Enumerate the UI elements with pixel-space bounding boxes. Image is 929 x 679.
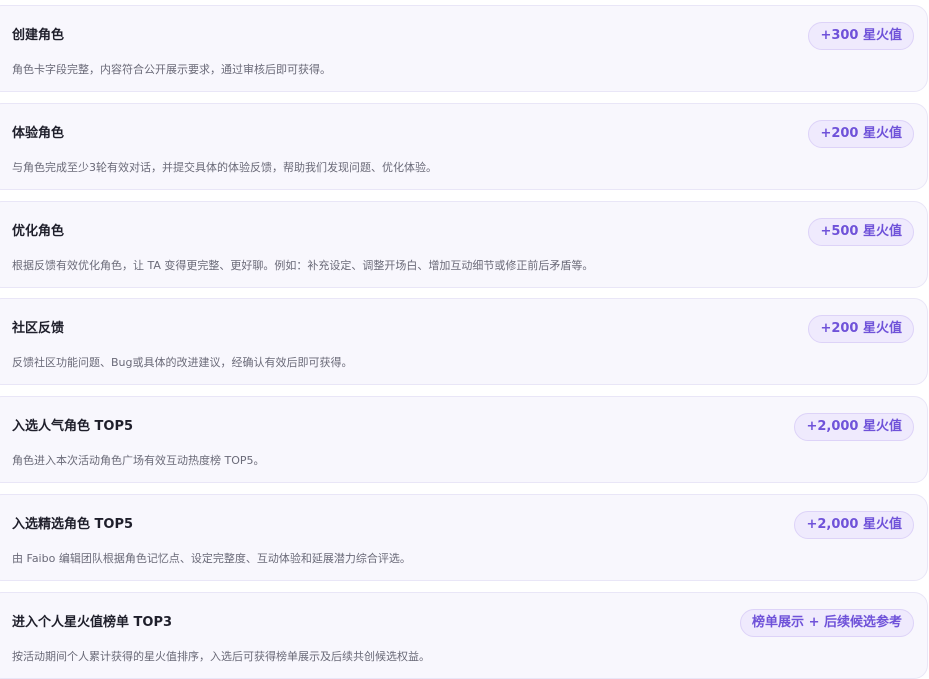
task-description: 按活动期间个人累计获得的星火值排序，入选后可获得榜单展示及后续共创候选权益。	[12, 650, 430, 663]
task-description: 根据反馈有效优化角色，让 TA 变得更完整、更好聊。例如：补充设定、调整开场白、…	[12, 259, 594, 272]
task-description: 角色进入本次活动角色广场有效互动热度榜 TOP5。	[12, 454, 265, 467]
task-title: 进入个人星火值榜单 TOP3	[12, 615, 173, 630]
reward-badge: +2,000 星火值	[794, 511, 914, 539]
task-description: 角色卡字段完整，内容符合公开展示要求，通过审核后即可获得。	[12, 63, 331, 76]
task-card-personal-leaderboard-top3: 进入个人星火值榜单 TOP3 按活动期间个人累计获得的星火值排序，入选后可获得榜…	[0, 592, 928, 679]
task-title: 体验角色	[12, 126, 65, 141]
task-card-experience-character: 体验角色 与角色完成至少3轮有效对话，并提交具体的体验反馈，帮助我们发现问题、优…	[0, 103, 928, 190]
reward-badge: +2,000 星火值	[794, 413, 914, 441]
reward-badge: +300 星火值	[808, 22, 914, 50]
task-title: 创建角色	[12, 28, 65, 43]
task-reward-list: 创建角色 角色卡字段完整，内容符合公开展示要求，通过审核后即可获得。 +300 …	[0, 0, 929, 679]
task-card-community-feedback: 社区反馈 反馈社区功能问题、Bug或具体的改进建议，经确认有效后即可获得。 +2…	[0, 298, 928, 385]
task-card-popular-top5: 入选人气角色 TOP5 角色进入本次活动角色广场有效互动热度榜 TOP5。 +2…	[0, 396, 928, 483]
task-description: 反馈社区功能问题、Bug或具体的改进建议，经确认有效后即可获得。	[12, 356, 353, 369]
task-title: 优化角色	[12, 224, 65, 239]
task-description: 由 Faibo 编辑团队根据角色记忆点、设定完整度、互动体验和延展潜力综合评选。	[12, 552, 411, 565]
task-card-optimize-character: 优化角色 根据反馈有效优化角色，让 TA 变得更完整、更好聊。例如：补充设定、调…	[0, 201, 928, 288]
task-title: 社区反馈	[12, 321, 65, 336]
task-title: 入选人气角色 TOP5	[12, 419, 134, 434]
task-title: 入选精选角色 TOP5	[12, 517, 134, 532]
reward-badge: +500 星火值	[808, 218, 914, 246]
reward-badge: 榜单展示 + 后续候选参考	[740, 609, 914, 637]
reward-badge: +200 星火值	[808, 315, 914, 343]
reward-badge: +200 星火值	[808, 120, 914, 148]
task-card-create-character: 创建角色 角色卡字段完整，内容符合公开展示要求，通过审核后即可获得。 +300 …	[0, 5, 928, 92]
task-card-featured-top5: 入选精选角色 TOP5 由 Faibo 编辑团队根据角色记忆点、设定完整度、互动…	[0, 494, 928, 581]
task-description: 与角色完成至少3轮有效对话，并提交具体的体验反馈，帮助我们发现问题、优化体验。	[12, 161, 437, 174]
